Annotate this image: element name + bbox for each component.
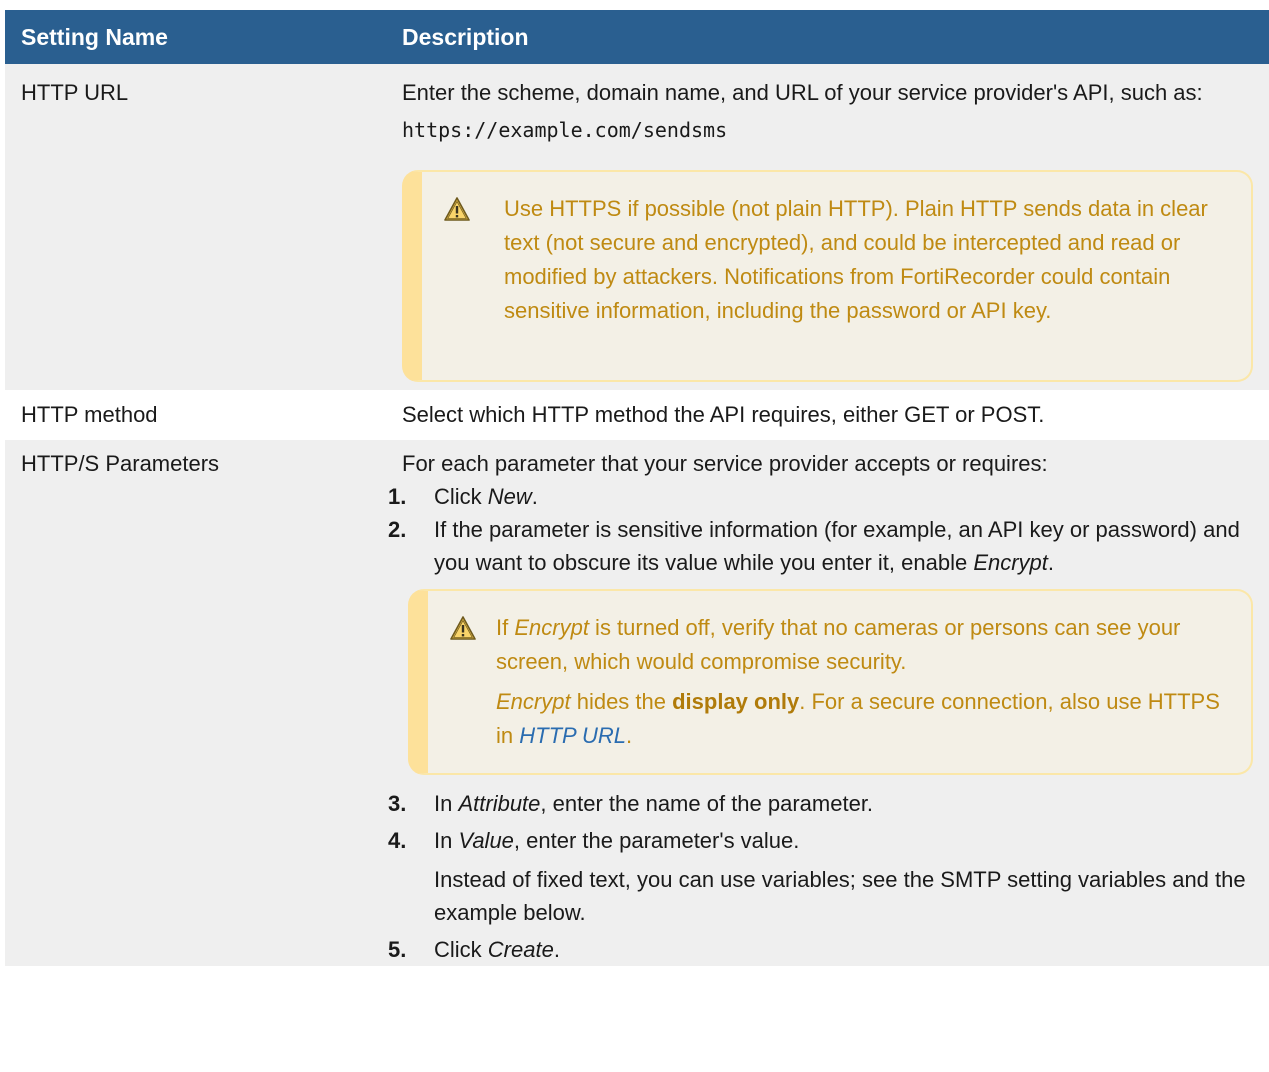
step-text: Click	[434, 484, 488, 509]
warning-icon	[450, 616, 476, 640]
list-item: 1. Click New.	[388, 480, 1253, 513]
description-text: For each parameter that your service pro…	[402, 451, 1048, 476]
warning-text: Use HTTPS if possible (not plain HTTP). …	[504, 196, 1208, 323]
ui-term: Create	[487, 937, 554, 962]
warning-icon	[444, 197, 470, 221]
step-text: , enter the parameter's value.	[513, 828, 800, 853]
list-item: 3. In Attribute, enter the name of the p…	[388, 787, 1253, 820]
note-text: If	[496, 615, 515, 640]
step-text: .	[1047, 550, 1055, 575]
ui-term: Attribute	[458, 791, 541, 816]
step-number: 5.	[388, 937, 407, 962]
steps-list: 1. Click New. 2. If the parameter is sen…	[388, 480, 1253, 966]
table-row: HTTP URL Enter the scheme, domain name, …	[5, 64, 1269, 390]
note-text: .	[626, 723, 633, 748]
ui-term: Encrypt	[496, 689, 571, 714]
step-number: 4.	[388, 828, 407, 853]
settings-table: Setting Name Description HTTP URL Enter …	[5, 10, 1269, 966]
step-text: .	[531, 484, 538, 509]
ui-term: Encrypt	[514, 615, 589, 640]
header-description: Description	[386, 10, 1269, 64]
description-text: Enter the scheme, domain name, and URL o…	[402, 80, 1203, 105]
setting-name: HTTP/S Parameters	[5, 440, 386, 966]
table-header-row: Setting Name Description	[5, 10, 1269, 64]
note-text: is turned off, verify that no cameras or…	[496, 615, 1181, 674]
note-text: hides the	[570, 689, 673, 714]
list-item: 2. If the parameter is sensitive informa…	[388, 513, 1253, 787]
step-text: In	[434, 791, 459, 816]
warning-text: If Encrypt is turned off, verify that no…	[496, 611, 1227, 753]
setting-description: For each parameter that your service pro…	[386, 440, 1269, 966]
header-setting-name: Setting Name	[5, 10, 386, 64]
warning-note: If Encrypt is turned off, verify that no…	[408, 589, 1253, 775]
step-text: Click	[434, 937, 488, 962]
ui-term: Encrypt	[973, 550, 1048, 575]
step-number: 3.	[388, 791, 407, 816]
warning-note: Use HTTPS if possible (not plain HTTP). …	[402, 170, 1253, 382]
setting-description: Select which HTTP method the API require…	[386, 390, 1269, 440]
step-number: 1.	[388, 484, 407, 509]
setting-name: HTTP method	[5, 390, 386, 440]
ui-term: Value	[458, 828, 514, 853]
ui-term: New	[487, 484, 532, 509]
step-text: If the parameter is sensitive informatio…	[434, 517, 1240, 575]
step-text: , enter the name of the parameter.	[540, 791, 874, 816]
list-item: 4. In Value, enter the parameter's value…	[388, 824, 1253, 929]
table-row: HTTP method Select which HTTP method the…	[5, 390, 1269, 440]
table-row: HTTP/S Parameters For each parameter tha…	[5, 440, 1269, 966]
setting-description: Enter the scheme, domain name, and URL o…	[386, 64, 1269, 390]
step-subtext: Instead of fixed text, you can use varia…	[434, 867, 1246, 925]
step-text: In	[434, 828, 459, 853]
list-item: 5. Click Create.	[388, 933, 1253, 966]
setting-name: HTTP URL	[5, 64, 386, 390]
emphasis-text: display only	[672, 689, 800, 714]
step-text: .	[553, 937, 560, 962]
http-url-link[interactable]: HTTP URL	[519, 723, 626, 748]
example-url: https://example.com/sendsms	[402, 118, 728, 142]
